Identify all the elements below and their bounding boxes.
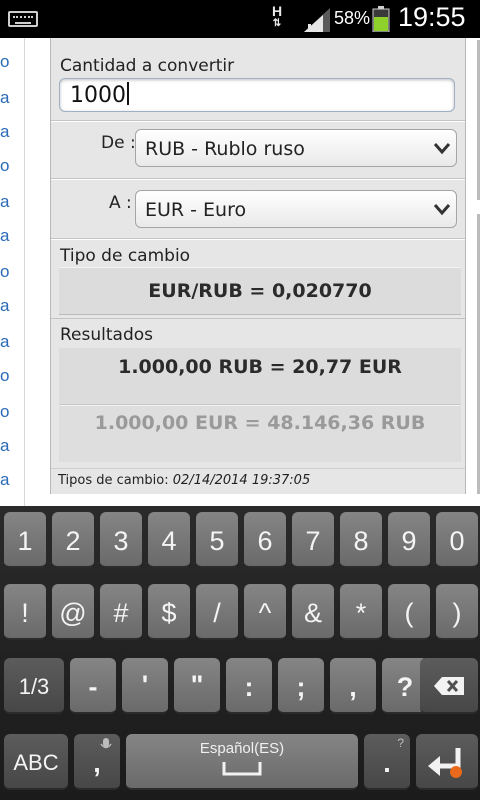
- space-bar-icon: [222, 762, 262, 776]
- exchange-rate-label: Tipo de cambio: [60, 246, 191, 266]
- sidebar-link[interactable]: a: [0, 122, 9, 142]
- key-7[interactable]: 7: [292, 512, 334, 568]
- enter-icon: [428, 748, 462, 778]
- key-colon[interactable]: :: [226, 658, 272, 714]
- key-semicolon[interactable]: ;: [278, 658, 324, 714]
- amount-input[interactable]: 1000: [59, 78, 455, 112]
- key-5[interactable]: 5: [196, 512, 238, 568]
- sidebar-link[interactable]: a: [0, 332, 9, 352]
- divider: [51, 179, 465, 180]
- result-secondary-box: 1.000,00 EUR = 48.146,36 RUB: [59, 405, 461, 462]
- result-secondary: 1.000,00 EUR = 48.146,36 RUB: [94, 412, 426, 434]
- to-currency-select[interactable]: EUR - Euro: [135, 190, 457, 228]
- sidebar-link[interactable]: o: [0, 402, 9, 422]
- battery-icon: [372, 6, 390, 32]
- key-1[interactable]: 1: [4, 512, 46, 568]
- key-0[interactable]: 0: [436, 512, 478, 568]
- key-at[interactable]: @: [52, 584, 94, 640]
- divider: [51, 239, 465, 240]
- key-open-paren[interactable]: (: [388, 584, 430, 640]
- signal-icon: [304, 8, 330, 32]
- key-enter[interactable]: [416, 734, 478, 790]
- key-dash[interactable]: -: [70, 658, 116, 714]
- to-label: A :: [109, 193, 132, 213]
- divider: [51, 318, 465, 319]
- key-exclamation[interactable]: !: [4, 584, 46, 640]
- sidebar-link[interactable]: o: [0, 366, 9, 386]
- key-caret[interactable]: ^: [244, 584, 286, 640]
- sidebar-link[interactable]: a: [0, 192, 9, 212]
- battery-percent: 58%: [334, 8, 371, 28]
- sidebar-link[interactable]: a: [0, 88, 9, 108]
- key-2[interactable]: 2: [52, 512, 94, 568]
- from-currency-select[interactable]: RUB - Rublo ruso: [135, 129, 457, 167]
- key-comma-symbol[interactable]: ,: [330, 658, 376, 714]
- sidebar-link[interactable]: o: [0, 52, 9, 72]
- exchange-rate-value: EUR/RUB = 0,020770: [148, 280, 372, 302]
- key-backspace[interactable]: [420, 658, 478, 714]
- key-page-toggle[interactable]: 1/3: [4, 658, 64, 714]
- data-arrows-icon: ⇅: [272, 18, 282, 29]
- amount-value: 1000: [70, 82, 129, 108]
- key-space[interactable]: Español(ES): [126, 734, 358, 790]
- text-caret: [127, 82, 129, 105]
- to-currency-value: EUR - Euro: [145, 199, 247, 221]
- network-type-indicator: H ⇅: [271, 3, 283, 29]
- results-label: Resultados: [60, 325, 153, 345]
- key-hash[interactable]: #: [100, 584, 142, 640]
- key-slash[interactable]: /: [196, 584, 238, 640]
- key-3[interactable]: 3: [100, 512, 142, 568]
- clock: 19:55: [398, 2, 466, 32]
- key-dollar[interactable]: $: [148, 584, 190, 640]
- divider: [51, 468, 465, 469]
- divider: [51, 121, 465, 122]
- key-4[interactable]: 4: [148, 512, 190, 568]
- amount-label: Cantidad a convertir: [60, 56, 235, 76]
- key-asterisk[interactable]: *: [340, 584, 382, 640]
- sidebar-link[interactable]: a: [0, 296, 9, 316]
- sidebar-link[interactable]: a: [0, 436, 9, 456]
- from-label: De :: [101, 133, 136, 153]
- on-screen-keyboard: 1 2 3 4 5 6 7 8 9 0 ! @ # $ / ^ & * ( ) …: [0, 506, 480, 800]
- sidebar-link[interactable]: a: [0, 470, 9, 490]
- backspace-icon: [434, 677, 464, 695]
- result-primary-box: 1.000,00 RUB = 20,77 EUR: [59, 348, 461, 405]
- key-ampersand[interactable]: &: [292, 584, 334, 640]
- exchange-rate-box: EUR/RUB = 0,020770: [59, 267, 461, 315]
- chevron-down-icon: [433, 202, 451, 216]
- sidebar-link[interactable]: o: [0, 262, 9, 282]
- key-9[interactable]: 9: [388, 512, 430, 568]
- key-period[interactable]: ? .: [364, 734, 410, 790]
- key-abc[interactable]: ABC: [4, 734, 68, 790]
- rates-timestamp: Tipos de cambio: 02/14/2014 19:37:05: [58, 473, 311, 488]
- key-6[interactable]: 6: [244, 512, 286, 568]
- key-close-paren[interactable]: ): [436, 584, 478, 640]
- key-8[interactable]: 8: [340, 512, 382, 568]
- key-apostrophe[interactable]: ': [122, 658, 168, 714]
- chevron-down-icon: [433, 141, 451, 155]
- status-bar: H ⇅ 58% 19:55: [0, 0, 480, 38]
- result-primary: 1.000,00 RUB = 20,77 EUR: [118, 356, 402, 378]
- from-currency-value: RUB - Rublo ruso: [145, 138, 305, 160]
- sidebar-link[interactable]: a: [0, 226, 9, 246]
- keyboard-notification-icon: [8, 11, 38, 27]
- key-quote[interactable]: ": [174, 658, 220, 714]
- background-page-sidebar: o a a o a a o a a o o a a: [0, 38, 25, 506]
- sidebar-link[interactable]: o: [0, 156, 9, 176]
- currency-converter-panel: Cantidad a convertir 1000 De : RUB - Rub…: [50, 38, 466, 494]
- key-comma[interactable]: ,: [74, 734, 120, 790]
